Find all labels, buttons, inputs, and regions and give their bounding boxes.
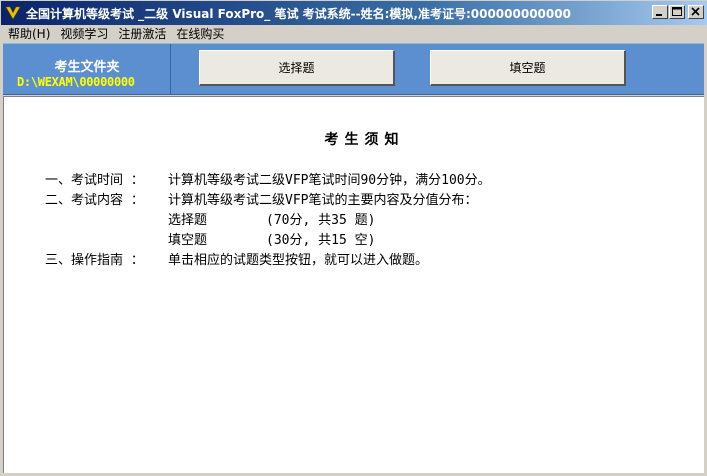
maximize-icon xyxy=(672,7,682,16)
exam-folder-box: 考生文件夹 D:\WEXAM\00000000 xyxy=(3,44,171,94)
item-label: 一、考试时间 ： xyxy=(45,173,144,188)
notice-item-guide: 三、操作指南 ： 单击相应的试题类型按钮，就可以进入做题。 xyxy=(45,249,428,268)
menu-register[interactable]: 注册激活 xyxy=(113,25,171,43)
exam-folder-path[interactable]: D:\WEXAM\00000000 xyxy=(17,75,135,89)
close-button[interactable] xyxy=(688,5,704,19)
notice-item-exam-time: 一、考试时间 ： 计算机等级考试二级VFP笔试时间90分钟，满分100分。 xyxy=(45,169,491,188)
window-title: 全国计算机等级考试 _二级 Visual FoxPro_ 笔试 考试系统--姓名… xyxy=(26,6,571,21)
menu-help[interactable]: 帮助(H) xyxy=(1,25,55,43)
item-text: 计算机等级考试二级VFP笔试的主要内容及分值分布： xyxy=(168,193,478,208)
title-bar[interactable]: 全国计算机等级考试 _二级 Visual FoxPro_ 笔试 考试系统--姓名… xyxy=(1,1,707,25)
fill-in-blank-button[interactable]: 填空题 xyxy=(430,50,626,86)
minimize-icon xyxy=(656,14,662,16)
item-text: 单击相应的试题类型按钮，就可以进入做题。 xyxy=(168,253,429,268)
subitem-name: 选择题 xyxy=(168,213,208,228)
subitem-name: 填空题 xyxy=(168,233,208,248)
window-controls xyxy=(651,5,704,19)
notice-subitem-fill: 填空题 (30分, 共15 空) xyxy=(45,229,375,248)
notice-subitem-choice: 选择题 (70分, 共35 题) xyxy=(45,209,375,228)
notice-item-exam-content: 二、考试内容 ： 计算机等级考试二级VFP笔试的主要内容及分值分布： xyxy=(45,189,477,208)
app-logo-icon xyxy=(5,5,21,21)
item-label: 二、考试内容 ： xyxy=(45,193,144,208)
subitem-score: (30分, 共15 空) xyxy=(266,233,376,248)
multiple-choice-button[interactable]: 选择题 xyxy=(199,50,395,86)
notice-title: 考生须知 xyxy=(324,132,405,148)
subitem-score: (70分, 共35 题) xyxy=(266,213,376,228)
item-text: 计算机等级考试二级VFP笔试时间90分钟，满分100分。 xyxy=(168,173,491,188)
instructions-panel: 考生须知 一、考试时间 ： 计算机等级考试二级VFP笔试时间90分钟，满分100分… xyxy=(3,96,704,473)
maximize-button[interactable] xyxy=(669,5,685,19)
minimize-button[interactable] xyxy=(652,5,668,19)
menu-buy-online[interactable]: 在线购买 xyxy=(171,25,229,43)
exam-folder-label: 考生文件夹 xyxy=(54,60,120,75)
item-label: 三、操作指南 ： xyxy=(45,253,144,268)
close-icon xyxy=(691,7,700,16)
menu-video-learning[interactable]: 视频学习 xyxy=(55,25,113,43)
menu-bar: 帮助(H) 视频学习 注册激活 在线购买 xyxy=(1,25,707,43)
header-panel: 考生文件夹 D:\WEXAM\00000000 选择题 填空题 xyxy=(3,43,704,95)
app-window: 全国计算机等级考试 _二级 Visual FoxPro_ 笔试 考试系统--姓名… xyxy=(0,0,707,476)
